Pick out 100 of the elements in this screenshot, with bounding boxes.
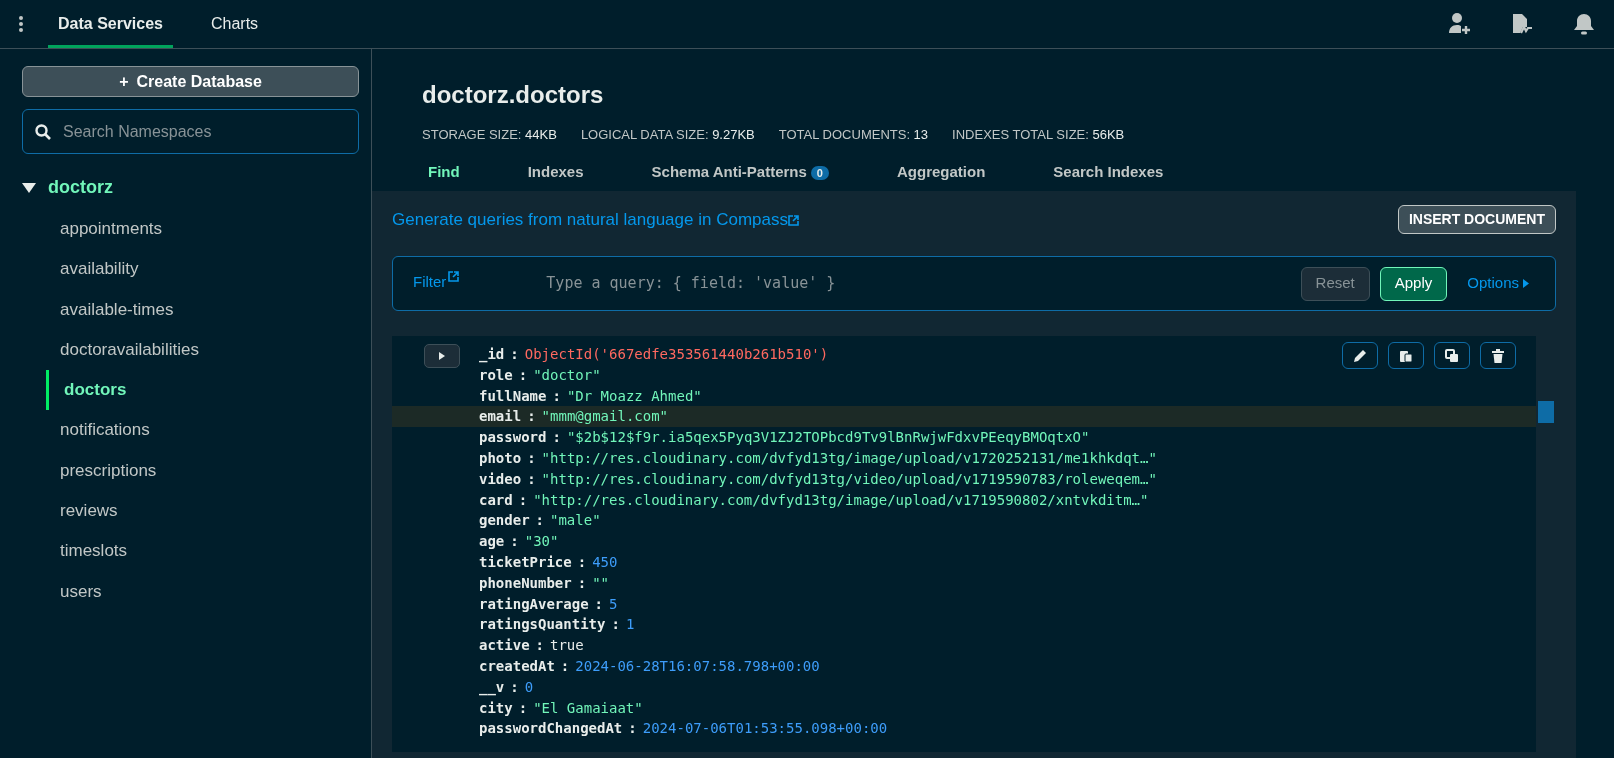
- filter-link[interactable]: Filter: [413, 271, 460, 294]
- clone-button[interactable]: [1434, 342, 1470, 369]
- caret-right-icon: [1523, 279, 1529, 288]
- field-separator: :: [527, 450, 536, 466]
- stat-text: LOGICAL DATA SIZE: 9.27KB: [580, 126, 755, 144]
- field-value: "El Gamaiaat": [533, 699, 643, 716]
- stat-text: INDEXES TOTAL SIZE: 56KB: [952, 126, 1125, 144]
- field-key: video: [479, 470, 522, 487]
- field-value: 450: [592, 553, 618, 570]
- delete-button[interactable]: [1480, 342, 1516, 369]
- field-key: ratingAverage: [479, 595, 589, 612]
- collection-item[interactable]: appointments: [22, 209, 359, 250]
- field-separator: :: [518, 699, 528, 716]
- clipboard-icon: [1399, 348, 1413, 363]
- collection-item[interactable]: availability: [22, 249, 359, 290]
- field-value: 2024-06-28T16:07:58.798+00:00: [575, 657, 820, 674]
- field-separator: :: [535, 512, 544, 529]
- field-separator: :: [552, 429, 561, 446]
- field-value: "Dr Moazz Ahmed": [566, 387, 702, 404]
- external-link-icon: [448, 271, 460, 282]
- collection-title: doctorz.doctors: [422, 80, 605, 110]
- trash-icon: [1491, 348, 1505, 363]
- nav-tab[interactable]: Charts: [200, 0, 269, 48]
- field-separator: :: [527, 408, 536, 425]
- field-value: "male": [550, 512, 601, 529]
- count-badge: 0: [810, 165, 829, 180]
- field-separator: :: [552, 387, 561, 404]
- create-database-button[interactable]: + Create Database: [22, 66, 359, 97]
- options-button[interactable]: Options: [1461, 271, 1535, 296]
- collection-item[interactable]: users: [22, 571, 359, 612]
- collection-tab[interactable]: Find: [402, 154, 486, 191]
- external-link-icon: [787, 214, 799, 226]
- search-icon: [35, 123, 51, 140]
- field-separator: :: [510, 678, 519, 695]
- query-bar[interactable]: Filter Type a query: { field: 'value' } Reset Apply Options: [392, 256, 1556, 311]
- copy-button[interactable]: [1388, 342, 1424, 369]
- caret-icon[interactable]: [22, 182, 36, 193]
- search-input[interactable]: Search Namespaces: [61, 118, 346, 145]
- field-key: active: [479, 637, 530, 654]
- expand-button[interactable]: [424, 344, 460, 368]
- field-separator: :: [594, 595, 603, 612]
- field-separator: :: [628, 720, 637, 737]
- field-key: passwordChangedAt: [479, 720, 623, 737]
- search-field[interactable]: Search Namespaces: [22, 109, 359, 154]
- apply-button[interactable]: Apply: [1379, 266, 1448, 301]
- collection-item[interactable]: reviews: [22, 491, 359, 532]
- field-value: "": [592, 574, 609, 591]
- field-value: 1: [625, 616, 635, 633]
- collection-item[interactable]: doctoravailabilities: [22, 329, 359, 371]
- reset-button[interactable]: Reset: [1300, 266, 1370, 301]
- notification-bell-icon[interactable]: [1572, 12, 1596, 36]
- collection-tab[interactable]: Schema Anti-Patterns 0: [625, 154, 855, 191]
- field-value: "30": [524, 533, 559, 550]
- field-value: 2024-07-06T01:53:55.098+00:00: [642, 720, 888, 737]
- add-user-icon[interactable]: [1448, 12, 1472, 36]
- collection-item[interactable]: doctors: [46, 370, 359, 411]
- field-separator: :: [510, 346, 519, 362]
- collection-item[interactable]: prescriptions: [22, 450, 359, 492]
- collection-tab[interactable]: Aggregation: [871, 154, 1012, 191]
- field-separator: :: [518, 491, 528, 508]
- field-separator: :: [535, 637, 544, 654]
- collection-tab[interactable]: Indexes: [501, 154, 610, 191]
- field-key: gender: [479, 512, 530, 529]
- stat-text: STORAGE SIZE: 44KB: [422, 126, 557, 144]
- stat-text: TOTAL DOCUMENTS: 13: [778, 126, 929, 144]
- field-value: 0: [524, 678, 534, 695]
- edit-button[interactable]: [1342, 342, 1378, 369]
- field-key: password: [479, 429, 547, 446]
- field-key: createdAt: [479, 657, 555, 674]
- insert-document-button[interactable]: INSERT DOCUMENT: [1397, 205, 1556, 234]
- field-separator: :: [577, 574, 587, 591]
- field-key: _id: [479, 346, 505, 362]
- field-value: "$2b$12$f9r.ia5qex5Pyq3V1ZJ2TOPbcd9Tv9lBnRwjwFdxvPEeqyBMOqtxO": [566, 429, 1090, 446]
- activity-document-icon[interactable]: [1510, 12, 1534, 36]
- field-value: "http://res.cloudinary.com/dvfyd13tg/video/upload/v1719590783/roleweqem…": [541, 470, 1157, 487]
- query-input[interactable]: Type a query: { field: 'value' }: [544, 271, 1301, 296]
- collection-tab[interactable]: Search Indexes: [1027, 154, 1190, 191]
- field-key: email: [479, 408, 522, 425]
- compass-link[interactable]: Generate queries from natural language in Compass: [392, 206, 799, 233]
- field-key: card: [479, 491, 513, 508]
- field-value: true: [550, 637, 584, 654]
- collection-item[interactable]: available-times: [22, 289, 359, 330]
- field-key: __v: [479, 678, 505, 695]
- nav-tab[interactable]: Data Services: [48, 0, 173, 48]
- database-name[interactable]: doctorz: [48, 174, 113, 201]
- caret-right-icon: [439, 352, 445, 360]
- pencil-icon: [1353, 348, 1367, 363]
- field-value: "http://res.cloudinary.com/dvfyd13tg/image/upload/v1720252131/me1khkdqt…": [541, 450, 1157, 466]
- scrollbar-thumb[interactable]: [1538, 401, 1554, 423]
- duplicate-icon: [1445, 348, 1459, 363]
- collection-item[interactable]: notifications: [22, 410, 359, 451]
- field-separator: :: [518, 366, 528, 383]
- field-key: ticketPrice: [479, 553, 572, 570]
- field-key: ratingsQuantity: [479, 616, 606, 633]
- field-key: phoneNumber: [479, 574, 572, 591]
- field-separator: :: [510, 533, 519, 550]
- field-value: "mmm@gmail.com": [541, 408, 669, 425]
- menu-icon[interactable]: [18, 15, 24, 33]
- collection-item[interactable]: timeslots: [22, 531, 359, 572]
- field-value: 5: [609, 595, 618, 612]
